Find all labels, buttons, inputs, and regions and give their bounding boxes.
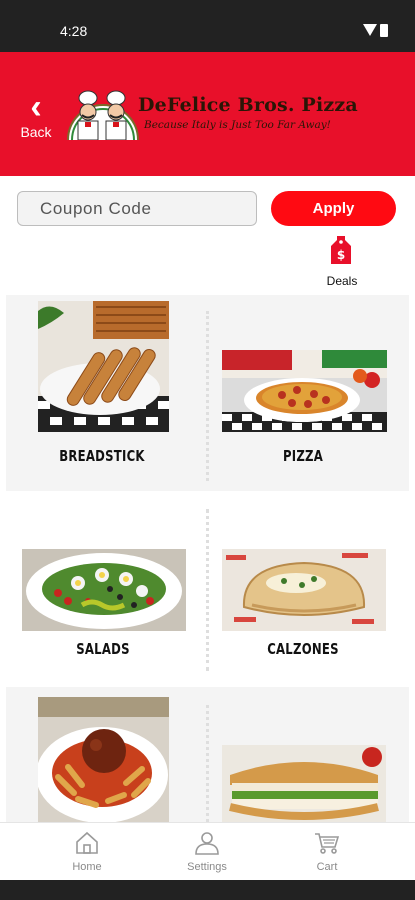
menu-row: SALADS CALZONES	[6, 491, 409, 687]
coupon-code-input[interactable]	[17, 191, 257, 226]
nav-cart-label: Cart	[316, 861, 338, 873]
pizza-image	[222, 350, 387, 432]
menu-tile-label: PIZZA	[282, 447, 324, 465]
status-bar: 4:28	[0, 0, 415, 52]
app-header: ‹ Back DeFelice Bros. Pizza Because Ital…	[0, 52, 415, 176]
menu-tile-salads[interactable]: SALADS	[20, 549, 186, 659]
pasta-image	[38, 697, 169, 822]
back-label: Back	[20, 124, 52, 140]
logo-tagline: Because Italy is Just Too Far Away!	[144, 119, 331, 131]
home-icon	[76, 831, 98, 854]
menu-tile-sub[interactable]	[220, 745, 386, 822]
menu-row: BREADSTICK PIZZA	[6, 295, 409, 491]
deals-label: Deals	[326, 274, 358, 288]
nav-home-label: Home	[72, 861, 102, 873]
apply-button[interactable]: Apply	[271, 191, 396, 226]
price-tag-icon: $	[331, 236, 351, 264]
menu-tile-label: BREADSTICK	[59, 447, 145, 465]
back-button[interactable]: ‹ Back	[16, 88, 56, 142]
deals-button[interactable]: $ Deals	[322, 236, 362, 288]
bottom-navigation: Home Settings Cart	[0, 822, 415, 880]
menu-tile-label: CALZONES	[267, 640, 339, 658]
divider	[206, 509, 209, 671]
battery-icon	[380, 24, 388, 37]
chevron-left-icon: ‹	[30, 88, 42, 126]
nav-cart[interactable]: Cart	[287, 831, 367, 879]
status-time: 4:28	[60, 23, 88, 39]
wifi-icon	[363, 24, 377, 36]
svg-text:$: $	[337, 248, 345, 262]
nav-home[interactable]: Home	[47, 831, 127, 879]
menu-row	[6, 687, 409, 822]
divider	[206, 705, 209, 822]
chefs-logo-icon	[67, 90, 139, 140]
menu-tile-label: SALADS	[76, 640, 130, 658]
status-icons	[363, 24, 389, 38]
menu-tile-calzones[interactable]: CALZONES	[220, 549, 386, 659]
menu-tile-pasta[interactable]	[22, 697, 182, 822]
calzones-image	[222, 549, 386, 631]
person-icon	[195, 832, 219, 855]
system-gesture-bar	[0, 880, 415, 900]
menu-tile-pizza[interactable]: PIZZA	[220, 301, 387, 469]
logo-title: DeFelice Bros. Pizza	[138, 94, 358, 116]
brand-logo: DeFelice Bros. Pizza Because Italy is Ju…	[66, 84, 358, 140]
cart-icon	[315, 833, 340, 854]
menu-tile-breadstick[interactable]: BREADSTICK	[22, 301, 182, 469]
nav-settings-label: Settings	[187, 861, 227, 873]
salads-image	[22, 549, 186, 631]
breadstick-image	[38, 301, 169, 432]
sub-image	[222, 745, 386, 822]
divider	[206, 311, 209, 481]
nav-settings[interactable]: Settings	[167, 831, 247, 879]
